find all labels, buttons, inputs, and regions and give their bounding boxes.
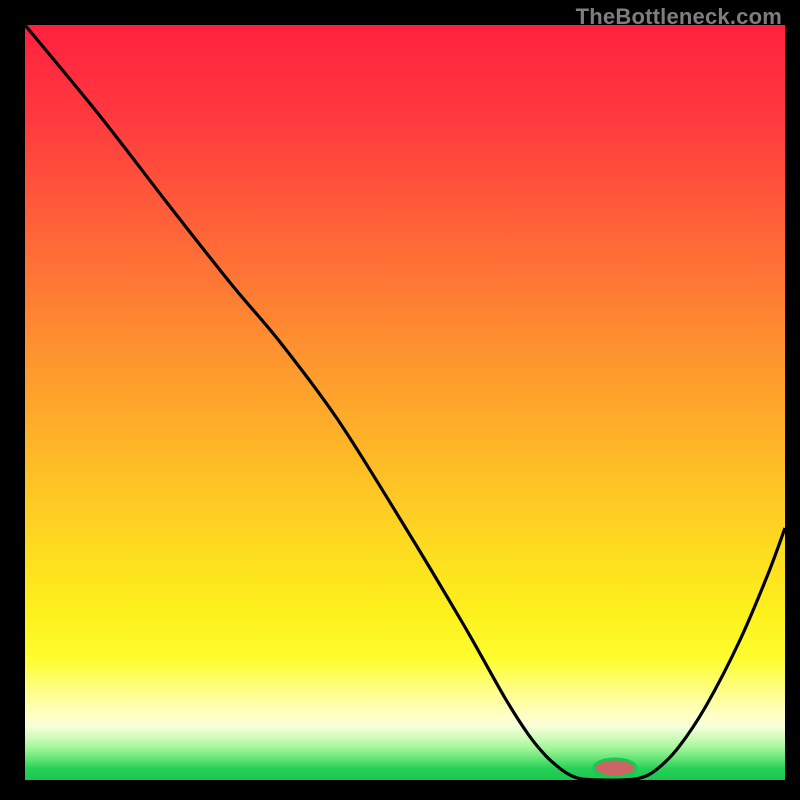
plot-background [25, 25, 785, 780]
watermark-text: TheBottleneck.com [576, 4, 782, 30]
right-border [785, 0, 800, 800]
bottom-border [0, 780, 800, 800]
chart-container: TheBottleneck.com [0, 0, 800, 800]
optimum-marker [594, 759, 636, 777]
left-border [0, 0, 25, 800]
bottleneck-chart [0, 0, 800, 800]
